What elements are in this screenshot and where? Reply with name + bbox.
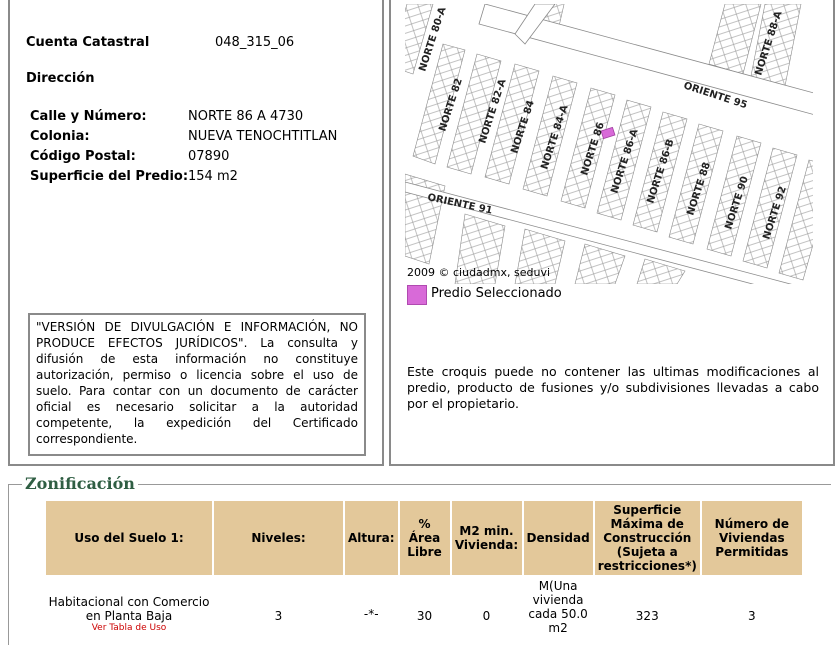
map-panel: NORTE 80-A NORTE 82 NORTE 82-A NORTE 84 … [389,0,835,466]
legal-disclaimer: "VERSIÓN DE DIVULGACIÓN E INFORMACIÓN, N… [28,313,366,456]
cell-land-use: Habitacional con Comercio en Planta Baja… [46,577,212,636]
property-info-panel: Cuenta Catastral 048_315_06 Dirección Ca… [8,0,384,466]
zonificacion-title: Zonificación [22,474,138,493]
lot-area-value: 154 m2 [188,169,238,184]
postal-code-value: 07890 [188,149,230,164]
postal-code-label: Código Postal: [30,149,136,164]
header-min-dwelling: M2 min. Vivienda: [451,501,522,575]
legend-label: Predio Seleccionado [431,286,562,301]
cadastral-map[interactable]: NORTE 80-A NORTE 82 NORTE 82-A NORTE 84 … [405,4,813,284]
account-value: 048_315_06 [215,35,295,50]
table-row: Habitacional con Comercio en Planta Baja… [46,577,802,636]
map-drawing: NORTE 80-A NORTE 82 NORTE 82-A NORTE 84 … [405,4,813,284]
street-value: NORTE 86 A 4730 [188,109,304,124]
header-dwellings-allowed: Número de Viviendas Permitidas [701,501,802,575]
header-density: Densidad [523,501,593,575]
cell-land-use-text: Habitacional con Comercio en Planta Baja [48,595,210,623]
cell-levels: 3 [274,609,283,623]
colonia-label: Colonia: [30,129,90,144]
cell-density: M(Una vivienda cada 50.0 m2 [528,579,588,635]
cell-height: -*- [363,607,379,621]
map-copyright: 2009 © ciudadmx, seduvi [407,266,551,279]
cell-dwellings-allowed: 3 [748,609,756,623]
cell-free-area: 30 [416,609,433,623]
map-note: Este croquis puede no contener las ultim… [407,364,819,411]
header-max-construction: Superficie Máxima de Construcción (Sujet… [594,501,700,575]
header-land-use: Uso del Suelo 1: [46,501,212,575]
zoning-table: Uso del Suelo 1: Niveles: Altura: % Área… [44,499,804,638]
table-header-row: Uso del Suelo 1: Niveles: Altura: % Área… [46,501,802,575]
header-free-area: % Área Libre [399,501,450,575]
land-use-table-link[interactable]: Ver Tabla de Uso [47,623,211,633]
header-height: Altura: [345,501,398,575]
address-heading: Dirección [26,71,95,86]
colonia-value: NUEVA TENOCHTITLAN [188,129,338,144]
account-label: Cuenta Catastral [26,35,150,50]
header-levels: Niveles: [214,501,343,575]
legend-swatch [407,285,427,305]
street-label: Calle y Número: [30,109,147,124]
cell-max-construction: 323 [635,609,659,623]
cell-min-dwelling: 0 [482,609,491,623]
lot-area-label: Superficie del Predio: [30,169,189,184]
